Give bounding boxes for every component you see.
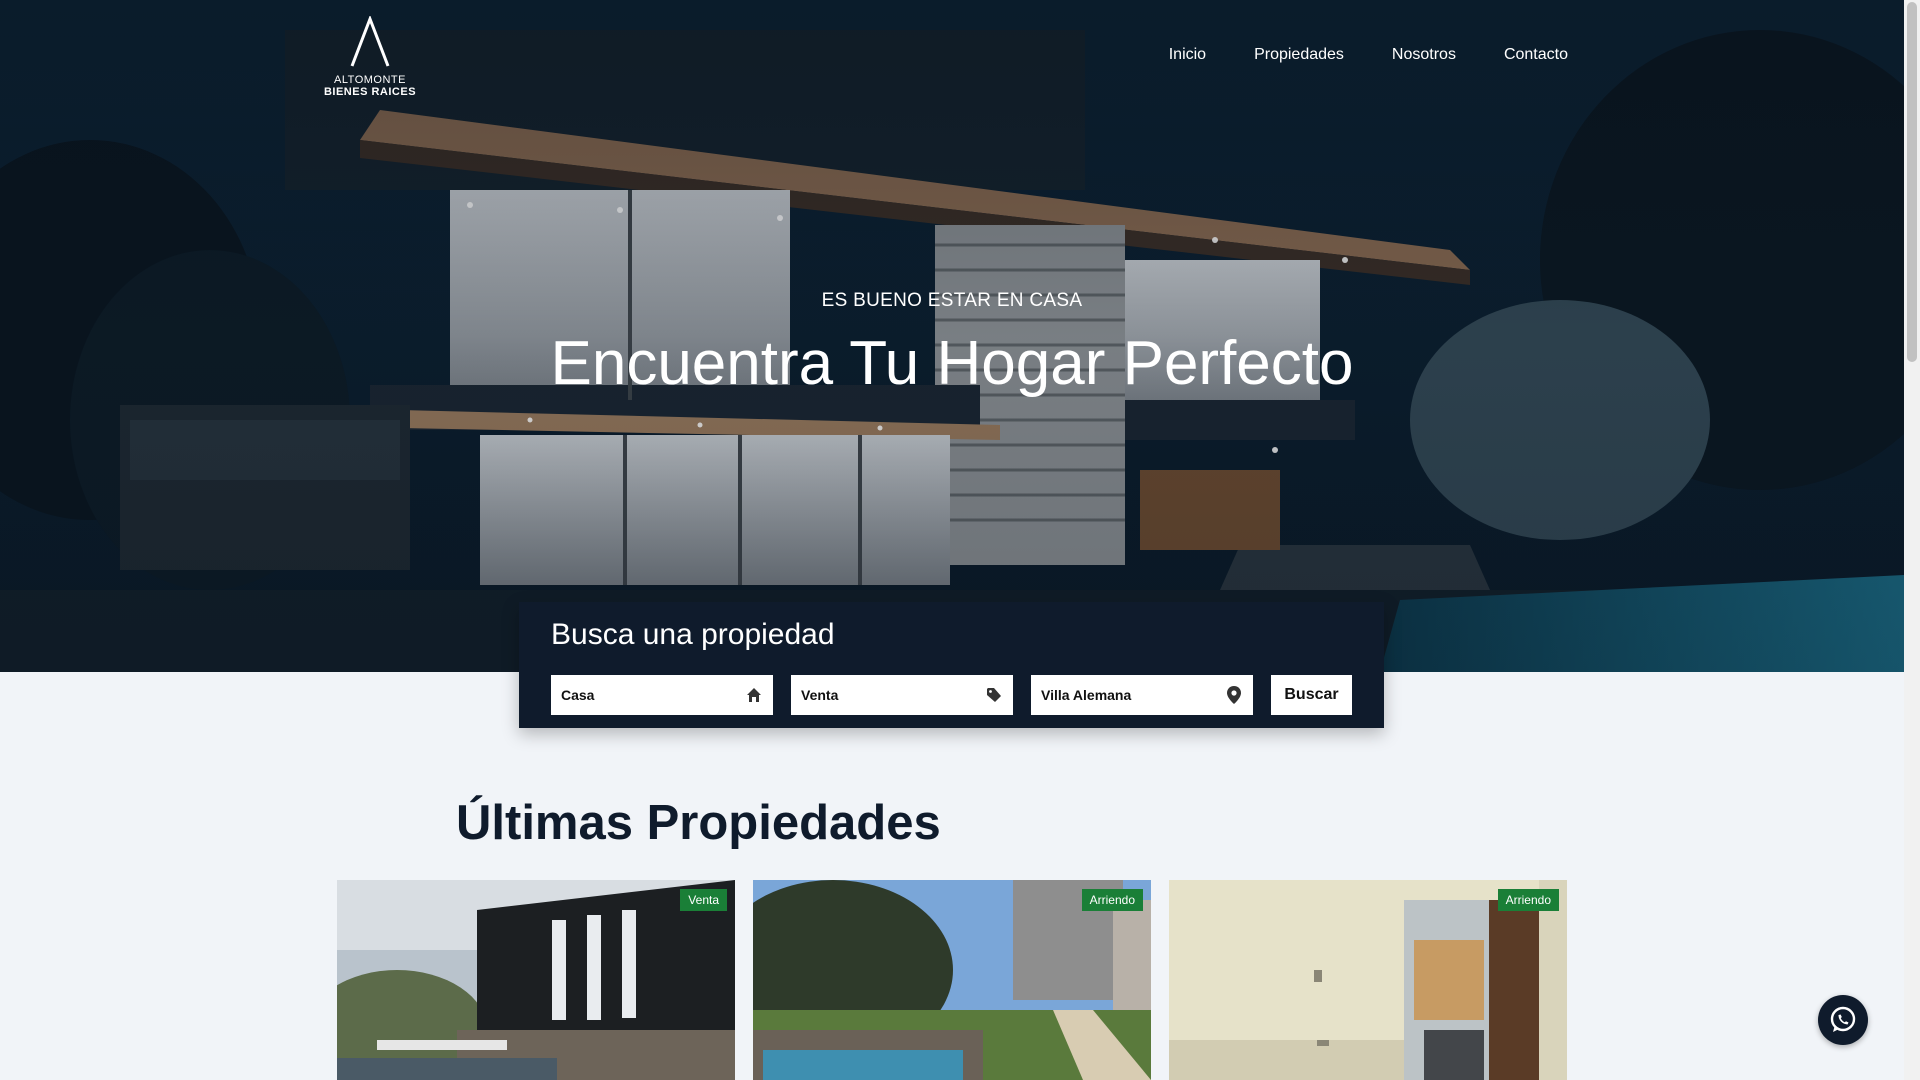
search-title: Busca una propiedad <box>551 618 835 651</box>
main-nav: Inicio Propiedades Nosotros Contacto <box>1169 46 1568 64</box>
brand-logo[interactable]: ALTOMONTE BIENES RAICES <box>322 16 418 104</box>
page-scrollbar[interactable] <box>1904 0 1920 1080</box>
whatsapp-icon <box>1830 1006 1856 1032</box>
operation-value: Venta <box>801 687 839 703</box>
latest-properties-title: Últimas Propiedades <box>456 796 941 850</box>
map-pin-icon <box>1225 686 1243 704</box>
property-photo <box>337 880 735 1080</box>
property-card[interactable]: Arriendo <box>753 880 1151 1080</box>
search-button[interactable]: Buscar <box>1271 675 1352 715</box>
listing-badge: Venta <box>680 889 727 911</box>
scrollbar-thumb[interactable] <box>1907 2 1917 362</box>
hero-title: Encuentra Tu Hogar Perfecto <box>550 329 1354 398</box>
property-type-select[interactable]: Casa <box>551 675 773 715</box>
tag-icon <box>985 686 1003 704</box>
logo-mark-icon <box>350 16 390 67</box>
location-select[interactable]: Villa Alemana <box>1031 675 1253 715</box>
location-value: Villa Alemana <box>1041 687 1132 703</box>
property-card[interactable]: Venta <box>337 880 735 1080</box>
property-type-value: Casa <box>561 687 595 703</box>
whatsapp-button[interactable] <box>1818 995 1868 1045</box>
operation-select[interactable]: Venta <box>791 675 1013 715</box>
hero-eyebrow: ES BUENO ESTAR EN CASA <box>821 290 1083 311</box>
home-icon <box>745 686 763 704</box>
nav-link-contacto[interactable]: Contacto <box>1504 46 1568 64</box>
logo-text-line2: BIENES RAICES <box>323 86 417 98</box>
hero-banner: ALTOMONTE BIENES RAICES Inicio Propiedad… <box>0 0 1904 672</box>
nav-link-propiedades[interactable]: Propiedades <box>1254 46 1344 64</box>
property-card[interactable]: Arriendo <box>1169 880 1567 1080</box>
nav-link-inicio[interactable]: Inicio <box>1169 46 1206 64</box>
listing-badge: Arriendo <box>1497 889 1559 911</box>
logo-text-line1: ALTOMONTE <box>334 74 406 86</box>
listing-badge: Arriendo <box>1081 889 1143 911</box>
nav-link-nosotros[interactable]: Nosotros <box>1392 46 1456 64</box>
property-search-panel: Busca una propiedad Casa Venta Villa Ale… <box>519 602 1384 728</box>
